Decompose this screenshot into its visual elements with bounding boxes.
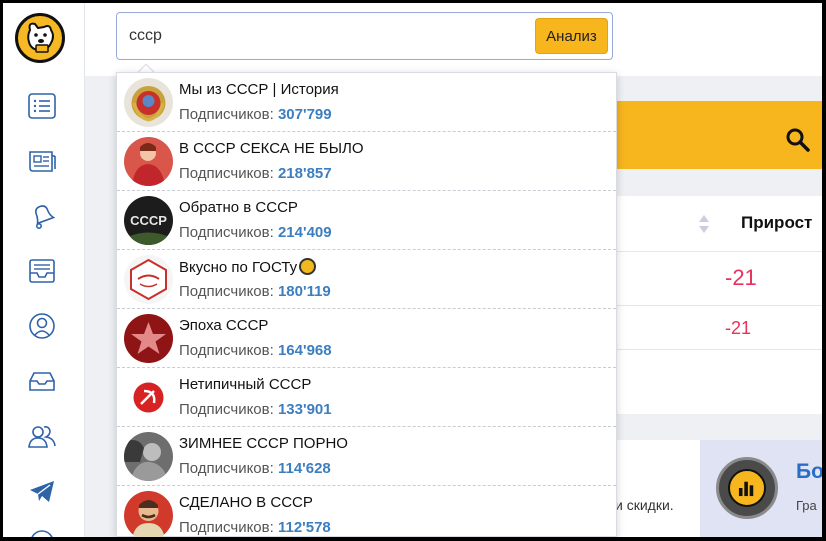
row-divider: [611, 305, 822, 306]
row-divider: [611, 251, 822, 252]
growth-value: -21: [725, 265, 757, 290]
channel-name: СДЕЛАНО В СССР: [179, 494, 313, 511]
result-item[interactable]: Вкусно по ГОСТу Подписчиков: 180'119: [117, 250, 616, 309]
subscriber-count: Подписчиков: 112'578: [179, 519, 331, 536]
channel-avatar: CCCP: [124, 196, 173, 245]
result-item[interactable]: Мы из СССР | История Подписчиков: 307'79…: [117, 73, 616, 132]
search-results-dropdown: Мы из СССР | История Подписчиков: 307'79…: [116, 72, 617, 537]
subscriber-count: Подписчиков: 218'857: [179, 165, 332, 182]
app-window: Анализ Прирост -21 -21 и скидки. Бо Гра …: [3, 3, 822, 537]
logo[interactable]: [15, 13, 65, 63]
more-icon[interactable]: [27, 527, 57, 537]
analyze-button[interactable]: Анализ: [535, 18, 608, 54]
inbox-icon[interactable]: [27, 256, 57, 286]
news-icon[interactable]: [27, 146, 57, 176]
channel-name: Обратно в СССР: [179, 199, 298, 216]
subscriber-count: Подписчиков: 133'901: [179, 401, 332, 418]
tray-icon[interactable]: [27, 366, 57, 396]
header: Анализ: [85, 3, 822, 76]
subscriber-count: Подписчиков: 114'628: [179, 460, 331, 477]
channel-name: Нетипичный СССР: [179, 376, 312, 393]
growth-value: -21: [725, 318, 752, 338]
bell-icon[interactable]: [27, 201, 57, 231]
dog-logo-icon: [27, 22, 54, 53]
search-box: Анализ: [116, 12, 613, 60]
channel-avatar: [124, 255, 173, 304]
subscriber-count: Подписчиков: 180'119: [179, 283, 331, 300]
promo-card: [611, 440, 701, 537]
subscriber-count: Подписчиков: 214'409: [179, 224, 332, 241]
channel-name: В СССР СЕКСА НЕ БЫЛО: [179, 140, 364, 157]
result-item[interactable]: В СССР СЕКСА НЕ БЫЛО Подписчиков: 218'85…: [117, 132, 616, 191]
channel-name: Эпоха СССР: [179, 317, 269, 334]
search-input[interactable]: [129, 24, 529, 48]
column-header-growth[interactable]: Прирост: [741, 213, 812, 233]
channel-name: Вкусно по ГОСТу: [179, 258, 317, 276]
telegram-icon[interactable]: [27, 476, 57, 506]
chart-logo-icon: [716, 457, 778, 519]
row-divider: [611, 349, 822, 350]
promo-subtitle: Гра: [796, 498, 817, 513]
badge-icon: [299, 258, 317, 275]
channel-name: Мы из СССР | История: [179, 81, 339, 98]
channel-avatar: [124, 432, 173, 481]
result-item[interactable]: Нетипичный СССР Подписчиков: 133'901: [117, 368, 616, 427]
channel-name: ЗИМНЕЕ СССР ПОРНО: [179, 435, 348, 452]
sidebar: [3, 3, 85, 537]
channel-avatar: [124, 137, 173, 186]
svg-text:CCCP: CCCP: [130, 213, 167, 228]
channel-avatar: [124, 491, 173, 537]
channel-avatar: [124, 373, 173, 422]
result-item[interactable]: СДЕЛАНО В СССР Подписчиков: 112'578: [117, 486, 616, 537]
result-item[interactable]: Эпоха СССР Подписчиков: 164'968: [117, 309, 616, 368]
channel-avatar: [124, 314, 173, 363]
promo-title[interactable]: Бо: [796, 460, 822, 484]
sort-icon[interactable]: [697, 213, 711, 235]
subscriber-count: Подписчиков: 164'968: [179, 342, 332, 359]
channel-avatar: [124, 78, 173, 127]
result-item[interactable]: CCCP Обратно в СССР Подписчиков: 214'409: [117, 191, 616, 250]
list-icon[interactable]: [27, 91, 57, 121]
subscriber-count: Подписчиков: 307'799: [179, 106, 332, 123]
search-icon[interactable]: [785, 127, 811, 153]
result-item[interactable]: ЗИМНЕЕ СССР ПОРНО Подписчиков: 114'628: [117, 427, 616, 486]
users-icon[interactable]: [27, 421, 57, 451]
support-icon[interactable]: [27, 311, 57, 341]
promo-text: и скидки.: [615, 497, 674, 513]
